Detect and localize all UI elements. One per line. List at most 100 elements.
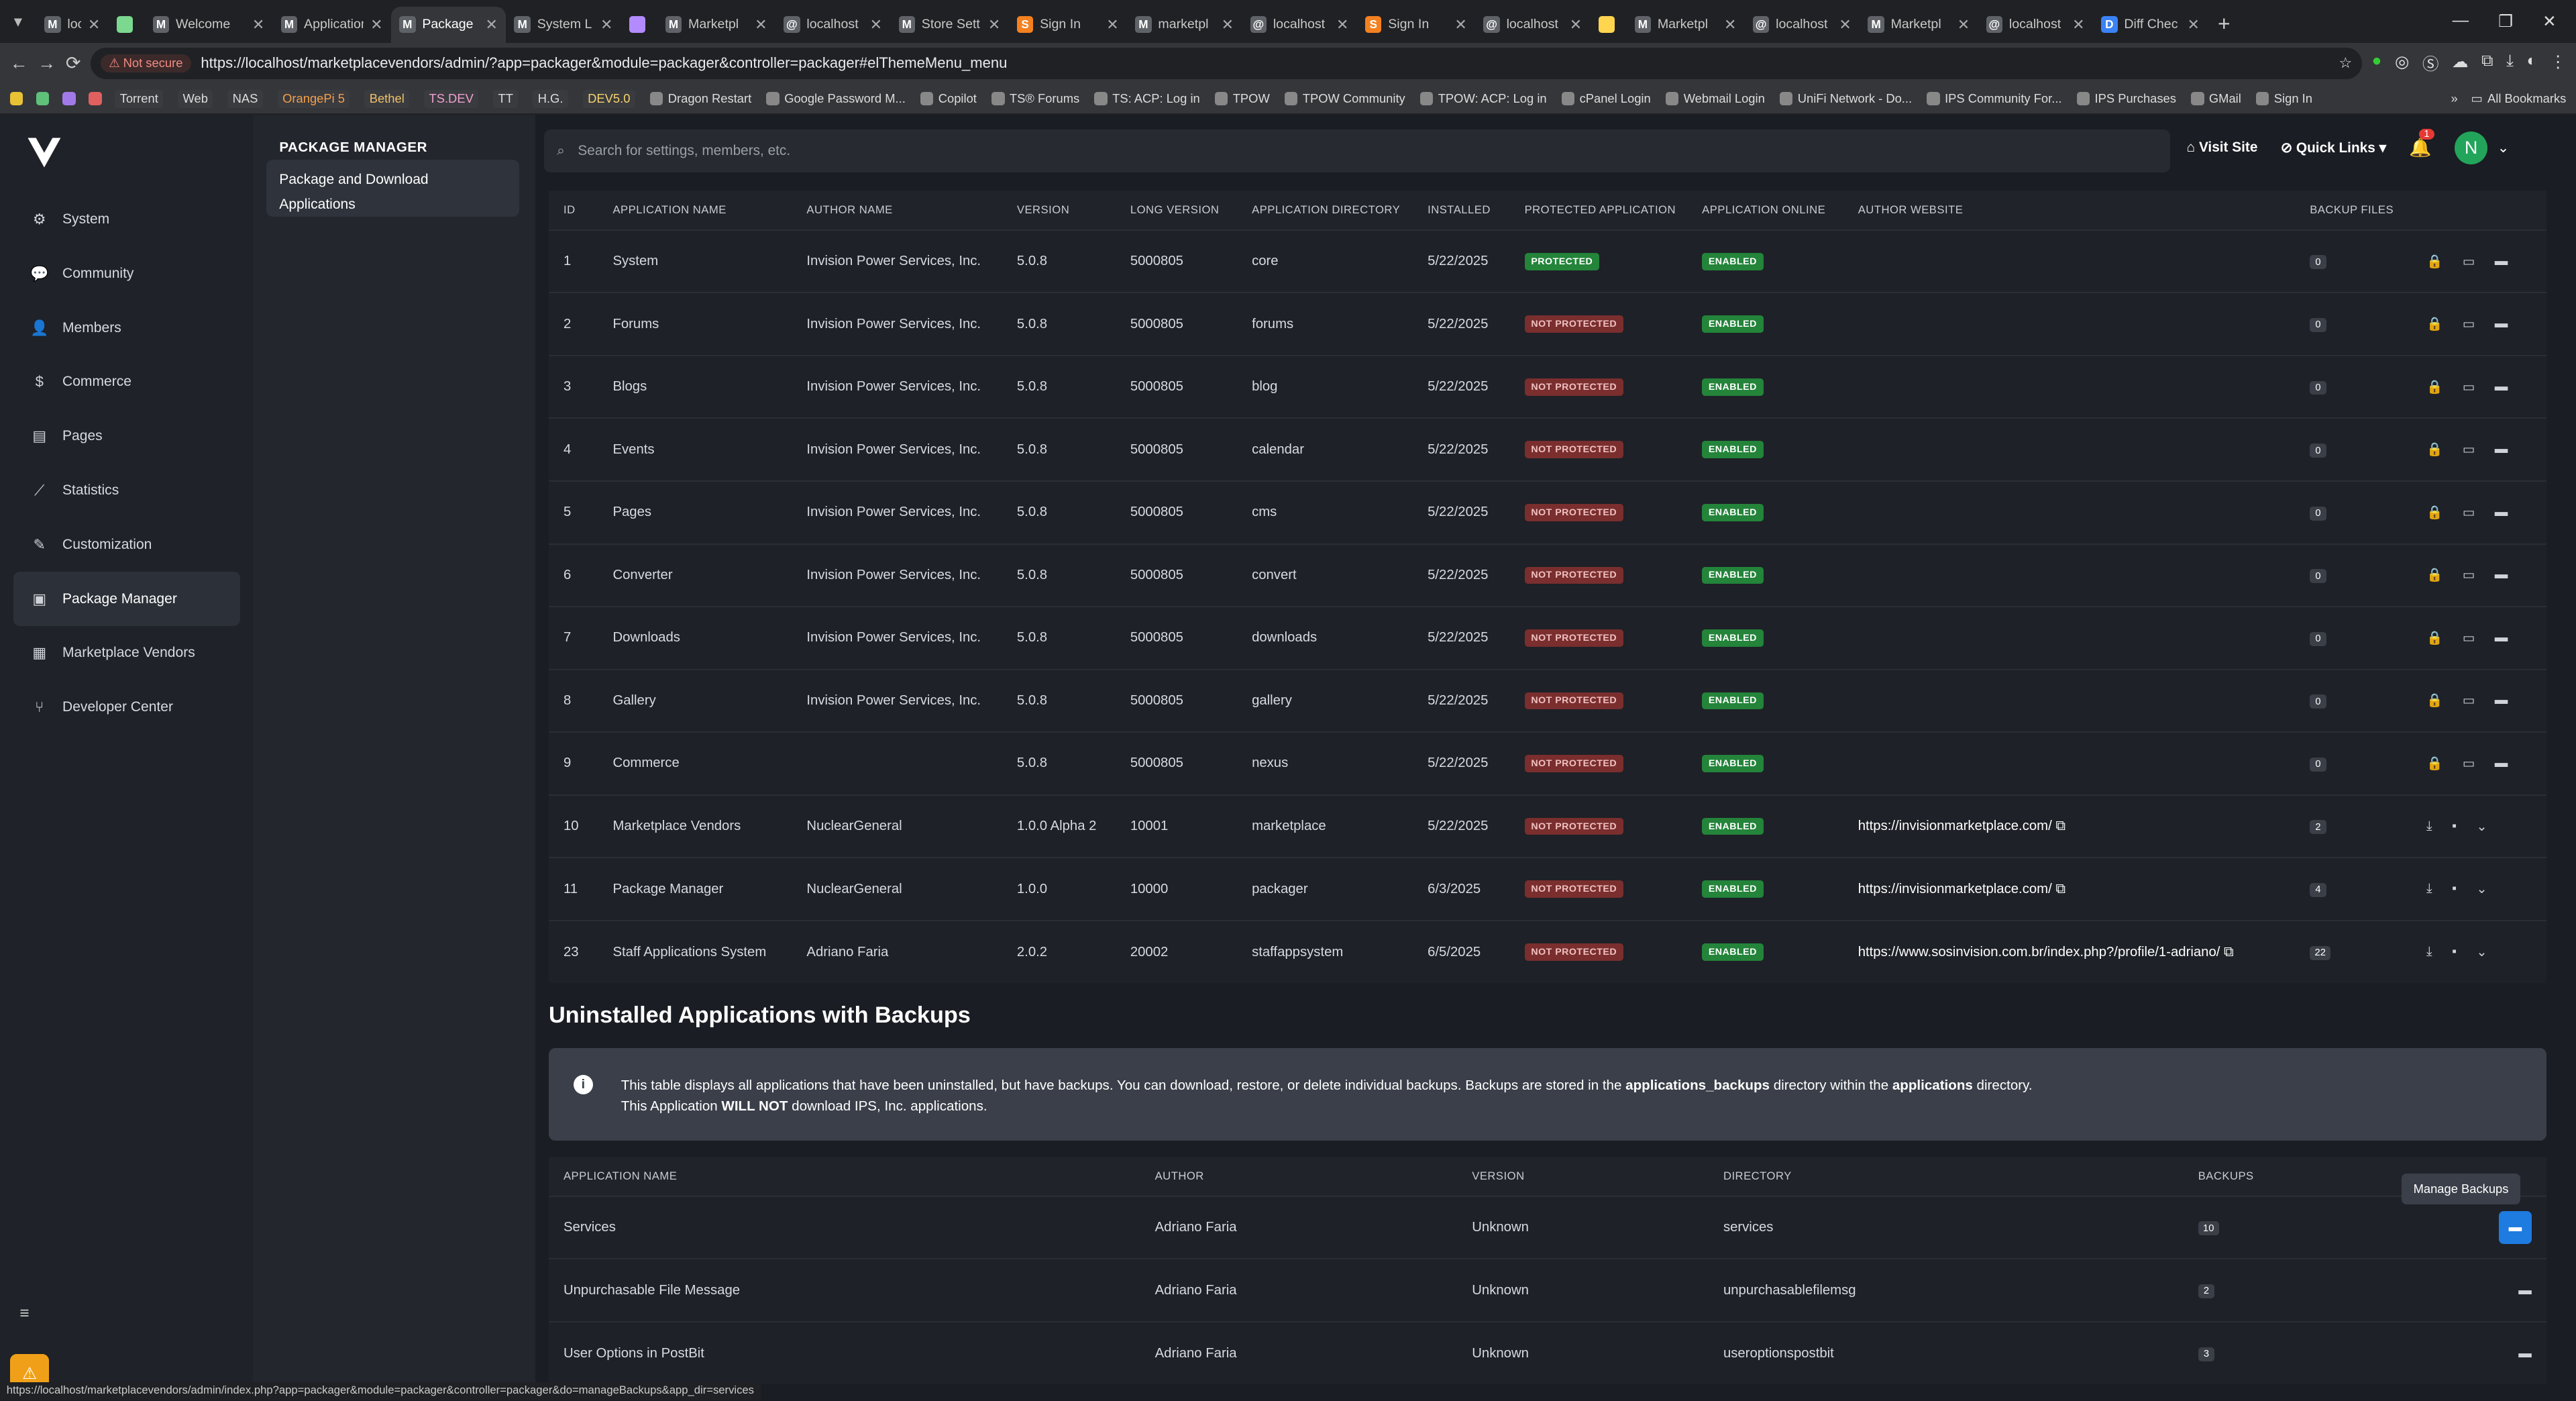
lock-icon[interactable]: 🔒 [2426,254,2443,270]
save-icon[interactable]: ▪ [2452,881,2457,897]
sidebar-item-statistics[interactable]: ⟋ Statistics [13,464,240,518]
chevron-down-icon[interactable]: ⌄ [2476,819,2487,835]
external-link-icon[interactable]: ⧉ [2220,945,2234,959]
lock-icon[interactable]: 🔒 [2426,379,2443,395]
browser-tab[interactable]: @ localhost ✕ [1978,7,2092,43]
download-icon[interactable]: ⤓ [2506,52,2514,75]
browser-tab[interactable]: Mmarketpl ✕ [1127,7,1242,43]
browser-tab[interactable]: Mlocalhost ✕ [36,7,109,43]
extension-green-icon[interactable]: ● [2372,52,2382,75]
sidebar-item-community[interactable]: 💬 Community [13,246,240,301]
browser-menu-icon[interactable]: ⋮ [2550,52,2566,75]
reload-icon[interactable]: ⟳ [66,53,81,74]
more-bookmarks-icon[interactable]: » [2451,91,2458,106]
save-icon[interactable]: ▪ [2452,819,2457,835]
tab-close-icon[interactable]: ✕ [1336,16,1348,34]
search-input[interactable]: Search for settings, members, etc. [578,143,790,159]
browser-tab[interactable] [621,7,657,43]
sidebar-item-members[interactable]: 👤 Members [13,301,240,355]
save-icon[interactable]: ▪ [2452,944,2457,960]
bookmark-item[interactable]: Webmail Login [1665,90,1765,108]
folder-icon[interactable]: ▬ [2495,254,2508,270]
notifications-bell-icon[interactable]: 🔔 1 [2409,129,2434,158]
browser-tab[interactable]: S Sign In ✕ [1009,7,1127,43]
browser-tab[interactable]: @ localhost ✕ [1745,7,1860,43]
id-card-icon[interactable]: ▭ [2463,379,2475,395]
bookmark-item[interactable]: TPOW [1214,90,1270,108]
forward-icon[interactable]: → [38,53,56,74]
tab-close-icon[interactable]: ✕ [2072,16,2084,34]
manage-backups-folder-icon[interactable]: ▬ [2498,1211,2532,1245]
browser-tab[interactable]: @ localhost ✕ [1242,7,1356,43]
bookmark-item[interactable]: OrangePi 5 [277,89,350,108]
browser-tab[interactable]: M System L ✕ [506,7,621,43]
external-link-icon[interactable]: ⧉ [2052,819,2065,833]
tab-close-icon[interactable]: ✕ [370,16,382,34]
tab-close-icon[interactable]: ✕ [2188,16,2200,34]
tab-close-icon[interactable]: ✕ [88,16,100,34]
collapse-menu-icon[interactable]: ≡ [19,1304,29,1323]
id-card-icon[interactable]: ▭ [2463,505,2475,521]
bookmark-item[interactable]: Web [178,89,213,108]
sidebar-item-pages[interactable]: ▤ Pages [13,409,240,464]
chevron-down-icon[interactable]: ⌄ [2476,881,2487,897]
author-website-link[interactable]: https://invisionmarketplace.com/ [1858,882,2052,896]
id-card-icon[interactable]: ▭ [2463,692,2475,709]
tab-close-icon[interactable]: ✕ [1106,16,1118,34]
not-secure-badge[interactable]: ⚠ Not secure [100,54,191,72]
tab-close-icon[interactable]: ✕ [1724,16,1736,34]
bookmark-item[interactable]: NAS [227,89,263,108]
bookmark-item[interactable]: UniFi Network - Do... [1779,90,1912,108]
bookmark-item[interactable]: TPOW Community [1284,90,1405,108]
bookmark-folder-purple[interactable] [62,92,76,105]
subnav-item-package-download[interactable]: Package and Download Applications [266,159,519,217]
download-icon[interactable]: ⤓ [2426,819,2432,835]
bookmark-folder-green[interactable] [36,92,50,105]
folder-icon[interactable]: ▬ [2495,630,2508,646]
tab-close-icon[interactable]: ✕ [1957,16,1970,34]
tab-close-icon[interactable]: ✕ [870,16,882,34]
extensions-puzzle-icon[interactable]: ⧉ [2481,52,2493,75]
id-card-icon[interactable]: ▭ [2463,442,2475,458]
bookmark-item[interactable]: Copilot [920,90,977,108]
bookmark-item[interactable]: GMail [2190,90,2241,108]
global-search[interactable]: ⌕ Search for settings, members, etc. [543,129,2171,173]
tab-close-icon[interactable]: ✕ [1222,16,1234,34]
folder-icon[interactable]: ▬ [2495,692,2508,709]
author-website-link[interactable]: https://invisionmarketplace.com/ [1858,819,2052,833]
folder-icon[interactable]: ▬ [2495,567,2508,583]
download-icon[interactable]: ⤓ [2426,881,2432,897]
restore-icon[interactable]: ❐ [2498,11,2513,32]
bookmark-item[interactable]: Google Password M... [766,90,906,108]
id-card-icon[interactable]: ▭ [2463,756,2475,772]
bookmark-item[interactable]: Torrent [115,89,164,108]
all-bookmarks[interactable]: ▭ All Bookmarks [2471,91,2566,106]
id-card-icon[interactable]: ▭ [2463,630,2475,646]
bookmark-item[interactable]: TS.DEV [424,89,479,108]
lock-icon[interactable]: 🔒 [2426,692,2443,709]
tab-close-icon[interactable]: ✕ [600,16,612,34]
author-website-link[interactable]: https://www.sosinvision.com.br/index.php… [1858,945,2220,959]
tab-close-icon[interactable]: ✕ [1839,16,1851,34]
chevron-down-icon[interactable]: ⌄ [2476,944,2487,960]
bookmark-item[interactable]: H.G. [533,89,568,108]
bookmark-item[interactable]: TT [493,89,519,108]
manage-backups-folder-icon[interactable]: ▬ [2518,1346,2532,1361]
browser-tab[interactable]: @ localhost ✕ [1475,7,1590,43]
tab-close-icon[interactable]: ✕ [988,16,1000,34]
tab-close-icon[interactable]: ✕ [1570,16,1582,34]
extension-s-icon[interactable]: Ⓢ [2422,52,2438,75]
tab-close-icon[interactable]: ✕ [252,16,264,34]
browser-tab[interactable]: M Package ✕ [390,6,506,43]
lock-icon[interactable]: 🔒 [2426,316,2443,332]
tab-close-icon[interactable]: ✕ [755,16,767,34]
bookmark-item[interactable]: IPS Community For... [1927,90,2062,108]
sidebar-item-system[interactable]: ⚙ System [13,193,240,247]
lock-icon[interactable]: 🔒 [2426,567,2443,583]
bookmark-item[interactable]: Bethel [364,89,410,108]
profile-icon[interactable]: ◐ [2527,52,2537,75]
browser-tab[interactable] [109,7,145,43]
lock-icon[interactable]: 🔒 [2426,756,2443,772]
star-icon[interactable]: ☆ [2339,54,2353,72]
visit-site-link[interactable]: ⌂ Visit Site [2187,140,2258,156]
